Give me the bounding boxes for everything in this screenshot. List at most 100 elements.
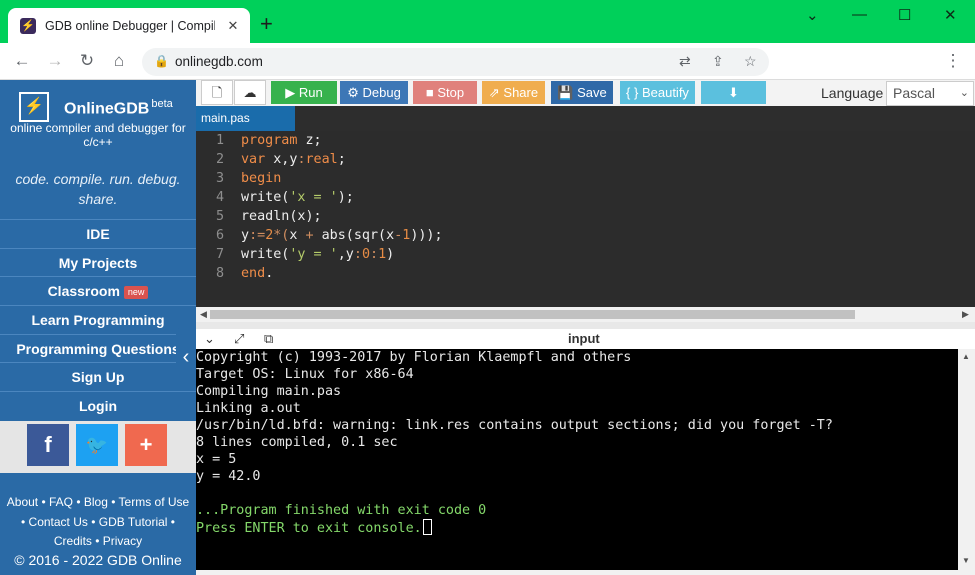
upload-icon[interactable]: ☁ (234, 80, 266, 105)
sidebar-item-my-projects[interactable]: My Projects (0, 247, 196, 277)
expand-icon[interactable]: ⤢ (234, 331, 244, 347)
footer-links-line[interactable]: About • FAQ • Blog • Terms of Use (0, 493, 196, 513)
scroll-right-icon[interactable]: ▶ (962, 307, 969, 322)
line-number: 5 (215, 209, 224, 224)
scroll-up-icon[interactable]: ▲ (962, 352, 970, 361)
console-line: x = 5 (196, 452, 237, 467)
language-label: Language (821, 85, 884, 101)
language-value: Pascal (893, 85, 936, 101)
code-line[interactable]: write('x = '); (241, 188, 975, 207)
facebook-icon[interactable]: f (27, 424, 69, 466)
onlinegdb-logo-icon: ⚡ (19, 92, 49, 122)
line-number: 6 (215, 228, 224, 243)
share-icon[interactable]: ⇪ (712, 53, 724, 70)
editor-horizontal-scrollbar[interactable]: ◀ ▶ (196, 307, 975, 322)
code-line[interactable]: readln(x); (241, 207, 975, 226)
translate-icon[interactable]: ⇄ (679, 53, 691, 70)
run-button[interactable]: ▶ Run (271, 81, 337, 104)
file-tab-main-pas[interactable]: main.pas (196, 106, 295, 131)
footer-links: About • FAQ • Blog • Terms of Use • Cont… (0, 493, 196, 552)
debug-button[interactable]: ⚙ Debug (340, 81, 408, 104)
maximize-icon[interactable]: ☐ (898, 6, 911, 24)
download-icon[interactable]: ⬇ (701, 81, 766, 104)
editor-toolbar: 🗋 ☁ ▶ Run ⚙ Debug ■ Stop ⇗ Share 💾 Save … (196, 80, 975, 106)
tab-search-chevron-icon[interactable]: ⌄ (806, 6, 819, 24)
new-file-icon[interactable]: 🗋 (201, 80, 233, 105)
star-icon[interactable]: ☆ (744, 53, 757, 70)
minimize-icon[interactable]: — (852, 6, 867, 23)
code-lines[interactable]: program z; var x,y:real; begin write('x … (241, 131, 975, 283)
reload-icon[interactable]: ↻ (77, 51, 97, 71)
browser-tab[interactable]: ⚡ GDB online Debugger | Compiler ✕ (8, 8, 250, 43)
console-bottom-edge (196, 570, 975, 575)
browser-tab-strip: ⚡ GDB online Debugger | Compiler ✕ + ⌄ —… (0, 0, 975, 43)
new-badge: new (123, 286, 149, 300)
beautify-button[interactable]: { } Beautify (620, 81, 695, 104)
sidebar-item-learn-programming[interactable]: Learn Programming (0, 305, 196, 334)
text-cursor (422, 519, 432, 535)
line-number: 4 (215, 190, 224, 205)
console-prompt-text: Press ENTER to exit console. (196, 521, 422, 536)
line-number: 1 (215, 133, 224, 148)
line-number: 7 (215, 247, 224, 262)
twitter-icon[interactable]: 🐦 (76, 424, 118, 466)
sidebar-item-programming-questions[interactable]: Programming Questions (0, 333, 196, 363)
url-text[interactable]: onlinegdb.com (175, 54, 263, 69)
scroll-left-icon[interactable]: ◀ (200, 307, 207, 322)
onlinegdb-favicon-icon: ⚡ (20, 17, 36, 34)
tagline: code. compile. run. debug. share. (15, 171, 181, 207)
footer-links-line[interactable]: • Contact Us • GDB Tutorial • (0, 513, 196, 533)
sidebar-item-ide[interactable]: IDE (0, 219, 196, 248)
console-line: ...Program finished with exit code 0 (196, 503, 487, 518)
console-title: input (568, 331, 600, 346)
share-label: Share (503, 85, 539, 100)
copy-icon[interactable]: ⧉ (264, 331, 273, 347)
code-line[interactable]: begin (241, 169, 975, 188)
console-line: Target OS: Linux for x86-64 (196, 367, 414, 382)
stop-button[interactable]: ■ Stop (413, 81, 477, 104)
new-tab-button[interactable]: + (260, 13, 273, 35)
scrollbar-thumb[interactable] (210, 310, 855, 319)
console-vertical-scrollbar[interactable]: ▲ ▼ (958, 349, 975, 570)
brand[interactable]: ⚡ OnlineGDB beta online compiler and debu… (0, 80, 196, 155)
console-line: Compiling main.pas (196, 384, 342, 399)
window-close-icon[interactable]: ✕ (944, 6, 957, 24)
code-line[interactable]: var x,y:real; (241, 150, 975, 169)
back-arrow-icon[interactable]: ← (12, 51, 32, 71)
footer-links-line[interactable]: Credits • Privacy (0, 532, 196, 552)
close-tab-icon[interactable]: ✕ (224, 18, 242, 34)
stop-label: Stop (437, 85, 465, 100)
sidebar-item-login[interactable]: Login (0, 391, 196, 420)
collapse-sidebar-chevron-icon[interactable]: ‹ (176, 328, 196, 389)
copyright: © 2016 - 2022 GDB Online (14, 552, 182, 568)
save-button[interactable]: 💾 Save (551, 81, 613, 104)
code-line[interactable]: y:=2*(x + abs(sqr(x-1))); (241, 226, 975, 245)
sidebar-item-sign-up[interactable]: Sign Up (0, 362, 196, 391)
more-share-icon[interactable]: + (125, 424, 167, 466)
address-bar[interactable]: 🔒 onlinegdb.com ⇄ ⇪ ☆ (142, 48, 769, 76)
language-select[interactable]: Pascal ⌄ (886, 81, 974, 106)
sidebar-item-label: Classroom (47, 283, 120, 300)
share-button[interactable]: ⇗ Share (482, 81, 545, 104)
brand-title: OnlineGDB (64, 100, 150, 118)
console-prompt-line[interactable]: Press ENTER to exit console. (196, 519, 975, 536)
code-line[interactable]: end. (241, 264, 975, 283)
console-output[interactable]: Copyright (c) 1993-2017 by Florian Klaem… (196, 349, 975, 570)
debug-label: Debug (362, 85, 401, 100)
sidebar-item-classroom[interactable]: Classroom new (0, 276, 196, 305)
tab-title: GDB online Debugger | Compiler (45, 18, 215, 33)
pane-splitter[interactable] (196, 322, 975, 329)
code-editor[interactable]: 1 2 3 4 5 6 7 8 program z; var x,y:real;… (196, 131, 975, 307)
lock-icon[interactable]: 🔒 (154, 54, 169, 68)
code-line[interactable]: program z; (241, 131, 975, 150)
code-line[interactable]: write('y = ',y:0:1) (241, 245, 975, 264)
line-number: 2 (215, 152, 224, 167)
home-icon[interactable]: ⌂ (109, 51, 129, 71)
run-label: Run (298, 85, 323, 100)
chevron-down-icon[interactable]: ⌄ (204, 331, 215, 347)
sidebar-menu: IDE My Projects Classroom new Learn Progr… (0, 219, 196, 420)
menu-dots-icon[interactable]: ⋮ (943, 51, 963, 71)
beta-label: beta (151, 98, 173, 110)
forward-arrow-icon[interactable]: → (45, 51, 65, 71)
scroll-down-icon[interactable]: ▼ (962, 556, 970, 565)
